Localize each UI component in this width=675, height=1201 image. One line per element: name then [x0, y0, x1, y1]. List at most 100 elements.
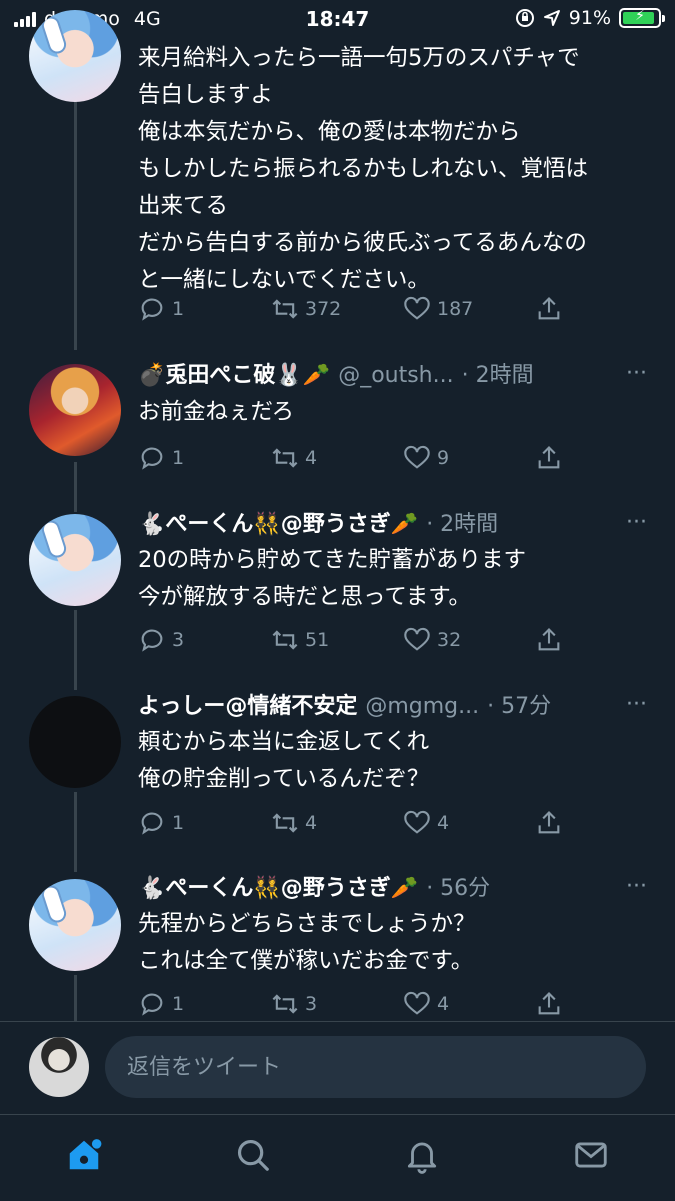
tab-notifications[interactable]	[400, 1133, 444, 1177]
reply-button[interactable]: 1	[138, 809, 184, 837]
tweet[interactable]: 🐇ぺーくん👯@野うさぎ🥕 · 56分 ··· 先程からどちらさまでしょうか？ こ…	[0, 865, 675, 1021]
retweet-icon	[272, 448, 298, 468]
share-button[interactable]	[535, 626, 563, 654]
like-count: 9	[437, 447, 450, 469]
search-icon	[237, 1139, 269, 1171]
like-button[interactable]: 4	[403, 809, 449, 837]
messages-icon	[575, 1142, 607, 1168]
divider	[0, 1021, 675, 1022]
like-button[interactable]: 9	[403, 444, 449, 472]
reply-count: 1	[172, 812, 185, 834]
heart-icon	[404, 445, 430, 469]
avatar[interactable]	[29, 879, 121, 971]
tweet-actions: 1 4 4	[138, 808, 578, 838]
share-icon	[538, 992, 560, 1015]
timestamp[interactable]: · 2時間	[462, 361, 534, 391]
like-button[interactable]: 4	[403, 990, 449, 1018]
display-name[interactable]: よっしー@情緒不安定	[138, 692, 357, 722]
reply-count: 1	[172, 993, 185, 1015]
share-button[interactable]	[535, 444, 563, 472]
timestamp[interactable]: · 57分	[487, 692, 551, 722]
retweet-icon	[272, 994, 298, 1014]
retweet-icon	[272, 299, 298, 319]
retweet-count: 372	[305, 298, 342, 320]
share-button[interactable]	[535, 295, 563, 323]
tab-home[interactable]	[62, 1133, 106, 1177]
more-options-icon[interactable]: ···	[626, 692, 647, 717]
tweet-actions: 1 4 9	[138, 443, 578, 473]
tweet-text: 20の時から貯めてきた貯蓄があります 今が解放する時だと思ってます。	[138, 547, 526, 610]
share-icon	[538, 446, 560, 469]
like-button[interactable]: 187	[403, 295, 473, 323]
notifications-icon	[407, 1142, 437, 1174]
tweet-text: お前金ねぇだろ	[138, 399, 295, 425]
avatar[interactable]	[29, 10, 121, 102]
more-options-icon[interactable]: ···	[626, 361, 647, 386]
tweet-text: 先程からどちらさまでしょうか？ これは全て僕が稼いだお金です。	[138, 911, 476, 974]
retweet-button[interactable]: 4	[271, 444, 317, 472]
share-icon	[538, 811, 560, 834]
timestamp[interactable]: · 56分	[426, 874, 490, 904]
heart-icon	[404, 296, 430, 320]
display-name[interactable]: 🐇ぺーくん👯@野うさぎ🥕	[138, 510, 418, 540]
like-button[interactable]: 32	[403, 626, 461, 654]
tweet-text: 頼むから本当に金返してくれ 俺の貯金削っているんだぞ？	[138, 729, 430, 792]
tweet-actions: 1 3 4	[138, 989, 578, 1019]
share-button[interactable]	[535, 990, 563, 1018]
reply-button[interactable]: 1	[138, 444, 184, 472]
share-icon	[538, 628, 560, 651]
like-count: 187	[437, 298, 474, 320]
display-name[interactable]: 🐇ぺーくん👯@野うさぎ🥕	[138, 874, 418, 904]
tweet[interactable]: よっしー@情緒不安定 @mgmg... · 57分 ··· 頼むから本当に金返し…	[0, 682, 675, 852]
reply-icon	[141, 447, 163, 470]
tweet[interactable]: 🐇ぺーくん👯@野うさぎ🥕 · 2時間 ··· 20の時から貯めてきた貯蓄がありま…	[0, 500, 675, 670]
heart-icon	[404, 991, 430, 1015]
like-count: 32	[437, 629, 462, 651]
tweet[interactable]: 💣兎田ぺこ破🐰🥕 @_outsh... · 2時間 ··· お前金ねぇだろ 1 …	[0, 350, 675, 490]
tab-search[interactable]	[231, 1133, 275, 1177]
tweet-text: 来月給料入ったら一語一句5万のスパチャで 告白しますよ 俺は本気だから、俺の愛は…	[138, 45, 589, 293]
tweet-actions: 1 372 187	[138, 294, 578, 324]
avatar[interactable]	[29, 514, 121, 606]
share-icon	[538, 297, 560, 320]
retweet-count: 4	[305, 447, 318, 469]
like-count: 4	[437, 993, 450, 1015]
avatar[interactable]	[29, 696, 121, 788]
tab-bar	[0, 1114, 675, 1201]
tweet-actions: 3 51 32	[138, 625, 578, 655]
reply-icon	[141, 812, 163, 835]
retweet-icon	[272, 630, 298, 650]
avatar[interactable]	[29, 364, 121, 456]
retweet-button[interactable]: 4	[271, 809, 317, 837]
retweet-button[interactable]: 372	[271, 295, 341, 323]
like-count: 4	[437, 812, 450, 834]
timestamp[interactable]: · 2時間	[426, 510, 498, 540]
more-options-icon[interactable]: ···	[626, 510, 647, 535]
reply-icon	[141, 298, 163, 321]
retweet-count: 51	[305, 629, 330, 651]
retweet-button[interactable]: 3	[271, 990, 317, 1018]
heart-icon	[404, 810, 430, 834]
retweet-button[interactable]: 51	[271, 626, 329, 654]
more-options-icon[interactable]: ···	[626, 874, 647, 899]
reply-button[interactable]: 1	[138, 990, 184, 1018]
share-button[interactable]	[535, 809, 563, 837]
tweet[interactable]: 来月給料入ったら一語一句5万のスパチャで 告白しますよ 俺は本気だから、俺の愛は…	[0, 0, 675, 340]
retweet-count: 3	[305, 993, 318, 1015]
retweet-icon	[272, 813, 298, 833]
reply-count: 1	[172, 447, 185, 469]
reply-button[interactable]: 1	[138, 295, 184, 323]
reply-button[interactable]: 3	[138, 626, 184, 654]
heart-icon	[404, 627, 430, 651]
reply-count: 1	[172, 298, 185, 320]
reply-icon	[141, 629, 163, 652]
retweet-count: 4	[305, 812, 318, 834]
handle[interactable]: @_outsh...	[338, 361, 453, 391]
reply-count: 3	[172, 629, 185, 651]
tab-messages[interactable]	[569, 1133, 613, 1177]
handle[interactable]: @mgmg...	[365, 692, 479, 722]
current-user-avatar[interactable]	[29, 1037, 89, 1097]
display-name[interactable]: 💣兎田ぺこ破🐰🥕	[138, 361, 330, 391]
home-icon	[69, 1139, 102, 1170]
reply-input[interactable]	[105, 1036, 646, 1098]
